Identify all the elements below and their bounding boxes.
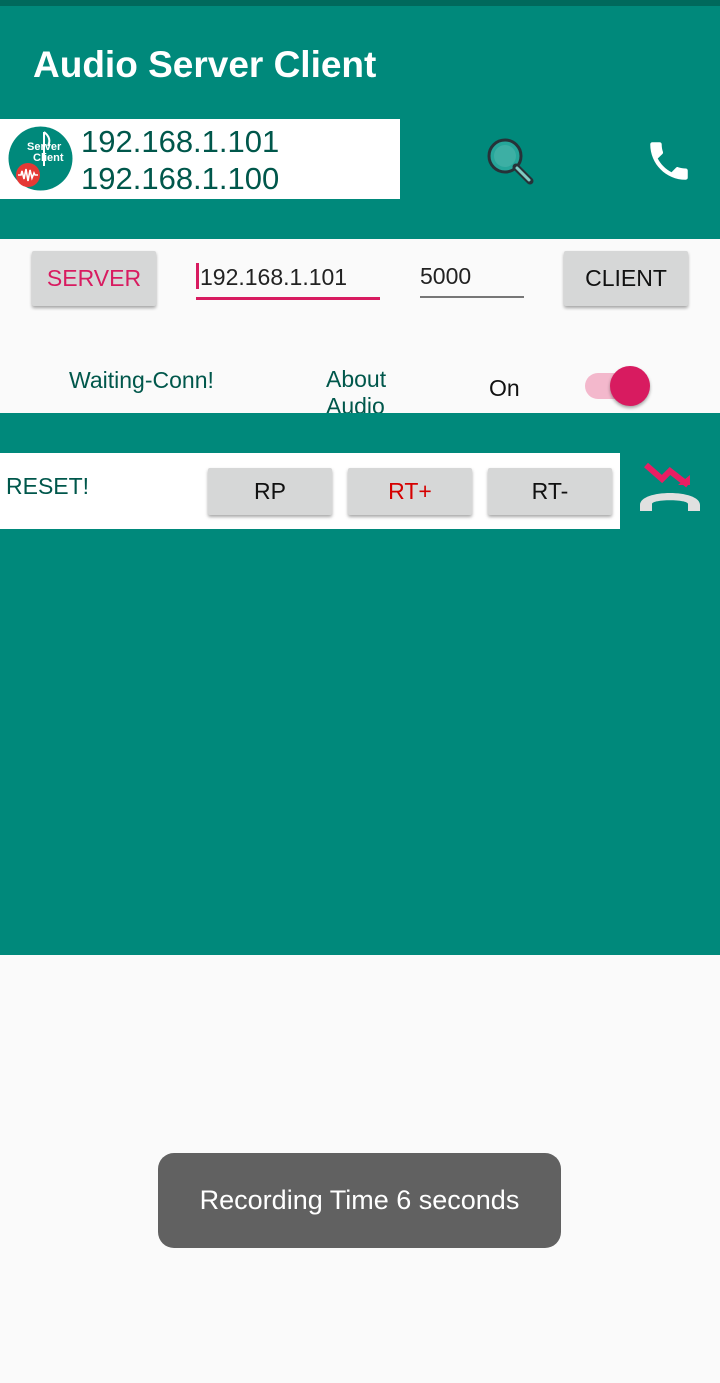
ip-address-input[interactable]: 192.168.1.101 [196, 263, 380, 300]
app-title: Audio Server Client [33, 44, 377, 85]
ip-address-value: 192.168.1.101 [200, 264, 348, 290]
logo-text-bottom: Client [33, 152, 64, 164]
hangup-icon[interactable] [636, 457, 704, 517]
about-audio-text: About Audio [326, 366, 387, 413]
connection-status-text: Waiting-Conn! [69, 367, 214, 393]
primary-ip-text: 192.168.1.101 [81, 124, 280, 159]
ip-display-box: Server Client 192.168.1.101 192.168.1.10… [0, 119, 400, 199]
reset-status-text: RESET! [6, 473, 90, 499]
recording-toast: Recording Time 6 seconds [158, 1153, 561, 1248]
playback-area: RESET! RP RT+ RT- [0, 413, 720, 955]
switch-thumb [610, 366, 650, 406]
app-logo-icon: Server Client [8, 126, 73, 191]
secondary-ip-text: 192.168.1.100 [81, 161, 280, 196]
client-button[interactable]: CLIENT [564, 251, 688, 306]
app-bar: Audio Server Client [0, 6, 720, 119]
rt-minus-button[interactable]: RT- [488, 468, 612, 515]
about-audio-link[interactable]: About Audio [326, 366, 416, 413]
rt-plus-button[interactable]: RT+ [348, 468, 472, 515]
phone-icon[interactable] [644, 136, 694, 186]
port-input[interactable]: 5000 [420, 263, 524, 298]
playback-controls: RESET! RP RT+ RT- [0, 453, 620, 529]
text-caret [196, 263, 199, 289]
server-button[interactable]: SERVER [32, 251, 156, 306]
rp-button[interactable]: RP [208, 468, 332, 515]
on-off-switch[interactable] [585, 366, 653, 406]
switch-label: On [489, 375, 520, 401]
search-icon[interactable] [484, 136, 536, 188]
ip-header-row: Server Client 192.168.1.101 192.168.1.10… [0, 119, 720, 239]
connection-controls: SERVER 192.168.1.101 5000 CLIENT Waiting… [0, 239, 720, 413]
